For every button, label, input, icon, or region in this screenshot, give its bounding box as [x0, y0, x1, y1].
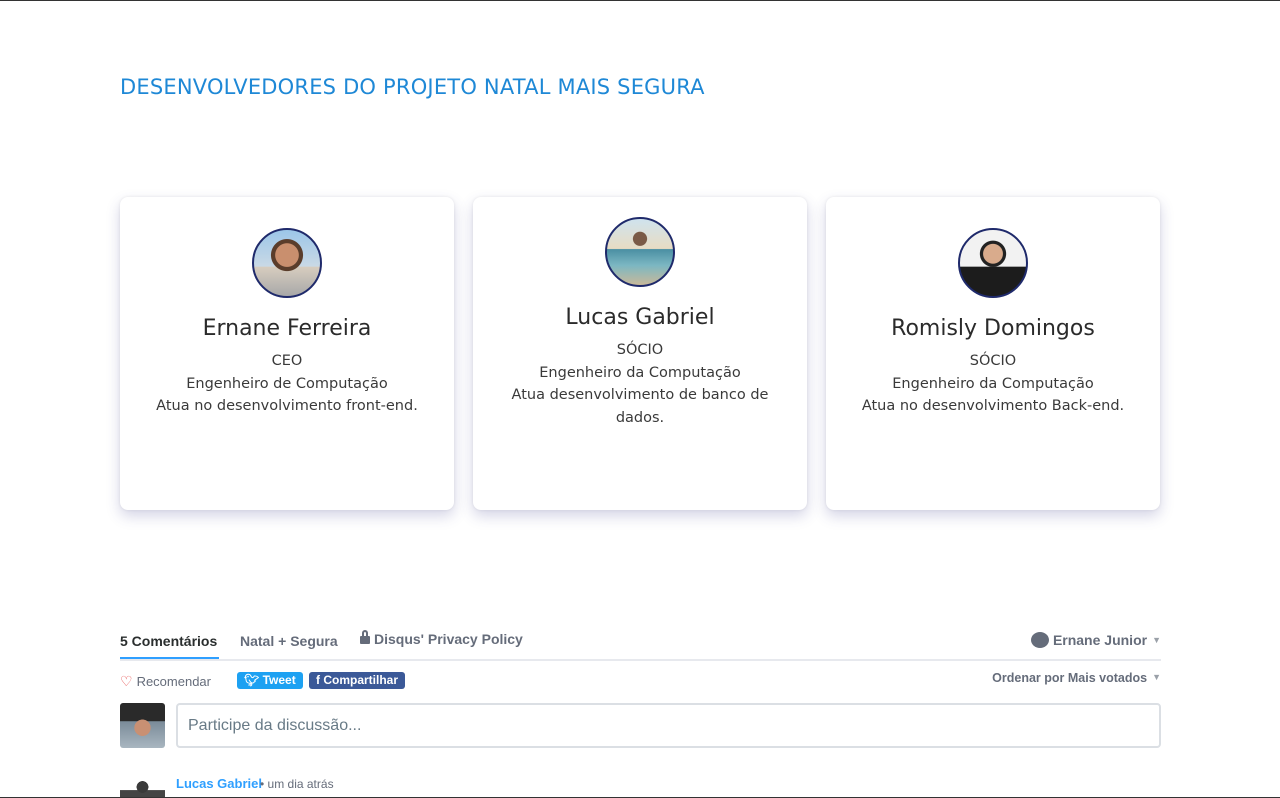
section-title: DESENVOLVEDORES DO PROJETO NATAL MAIS SE… [120, 75, 705, 99]
comment-composer [120, 703, 1161, 753]
member-desc: Atua no desenvolvimento front-end. [156, 398, 418, 414]
member-degree: Engenheiro da Computação [892, 375, 1094, 392]
member-role: SÓCIO [969, 353, 1017, 369]
share-label: Compartilhar [323, 673, 399, 687]
team-card-lucas: Lucas Gabriel SÓCIO Engenheiro da Comput… [473, 197, 807, 510]
sort-prefix: Ordenar por [992, 671, 1065, 685]
disqus-comments: 5 Comentários Natal + Segura Disqus' Pri… [120, 629, 1161, 797]
recommend-button[interactable]: ♡ Recomendar [120, 673, 211, 690]
member-desc: Atua no desenvolvimento Back-end. [861, 398, 1125, 414]
team-cards: Ernane Ferreira CEO Engenheiro de Comput… [120, 197, 1160, 510]
chevron-down-icon: ▼ [1152, 672, 1161, 682]
member-role: SÓCIO [616, 342, 664, 358]
twitter-icon: 🐦︎ [244, 673, 263, 687]
member-info: CEO Engenheiro de Computação Atua no des… [142, 350, 432, 418]
member-desc: Atua desenvolvimento de banco de dados. [511, 387, 769, 426]
member-name: Ernane Ferreira [202, 316, 372, 341]
tab-community[interactable]: Natal + Segura [240, 633, 338, 649]
tab-comments[interactable]: 5 Comentários [120, 633, 220, 659]
disqus-actions: ♡ Recomendar 🐦︎ Tweet f Compartilhar Orde… [120, 661, 1161, 699]
privacy-policy-link[interactable]: Disqus' Privacy Policy [360, 630, 523, 647]
facebook-share-button[interactable]: f Compartilhar [309, 672, 406, 689]
team-card-ernane: Ernane Ferreira CEO Engenheiro de Comput… [120, 197, 454, 510]
comment-input[interactable] [176, 703, 1161, 748]
disqus-nav: 5 Comentários Natal + Segura Disqus' Pri… [120, 629, 1161, 661]
member-name: Lucas Gabriel [565, 305, 715, 330]
chevron-down-icon: ▼ [1152, 635, 1161, 645]
sort-dropdown[interactable]: Ordenar por Mais votados ▼ [992, 671, 1161, 685]
lock-icon [360, 630, 370, 644]
page: DESENVOLVEDORES DO PROJETO NATAL MAIS SE… [0, 0, 1280, 798]
privacy-label: Disqus' Privacy Policy [374, 631, 523, 647]
tweet-button[interactable]: 🐦︎ Tweet [237, 672, 303, 689]
member-info: SÓCIO Engenheiro da Computação Atua no d… [848, 350, 1138, 418]
user-name: Ernane Junior [1052, 632, 1148, 648]
sort-value: Mais votados [1067, 671, 1148, 685]
heart-icon: ♡ [120, 673, 133, 689]
team-card-romisly: Romisly Domingos SÓCIO Engenheiro da Com… [826, 197, 1160, 510]
comment-author[interactable]: Lucas Gabriel [176, 776, 262, 791]
member-info: SÓCIO Engenheiro da Computação Atua dese… [495, 339, 785, 429]
member-degree: Engenheiro de Computação [186, 375, 388, 392]
member-name: Romisly Domingos [891, 316, 1095, 341]
recommend-label: Recomendar [136, 674, 211, 689]
avatar[interactable] [120, 703, 165, 748]
user-menu[interactable]: Ernane Junior ▼ [1030, 632, 1161, 648]
avatar [605, 217, 675, 287]
comment-item: Lucas Gabriel • um dia atrás [120, 775, 1161, 797]
tweet-label: Tweet [262, 673, 296, 687]
member-role: CEO [271, 353, 303, 369]
avatar[interactable] [120, 775, 165, 797]
avatar [958, 228, 1028, 298]
comment-timestamp[interactable]: • um dia atrás [260, 777, 334, 791]
disqus-bubble-icon [1030, 632, 1049, 648]
avatar [252, 228, 322, 298]
member-degree: Engenheiro da Computação [539, 364, 741, 381]
